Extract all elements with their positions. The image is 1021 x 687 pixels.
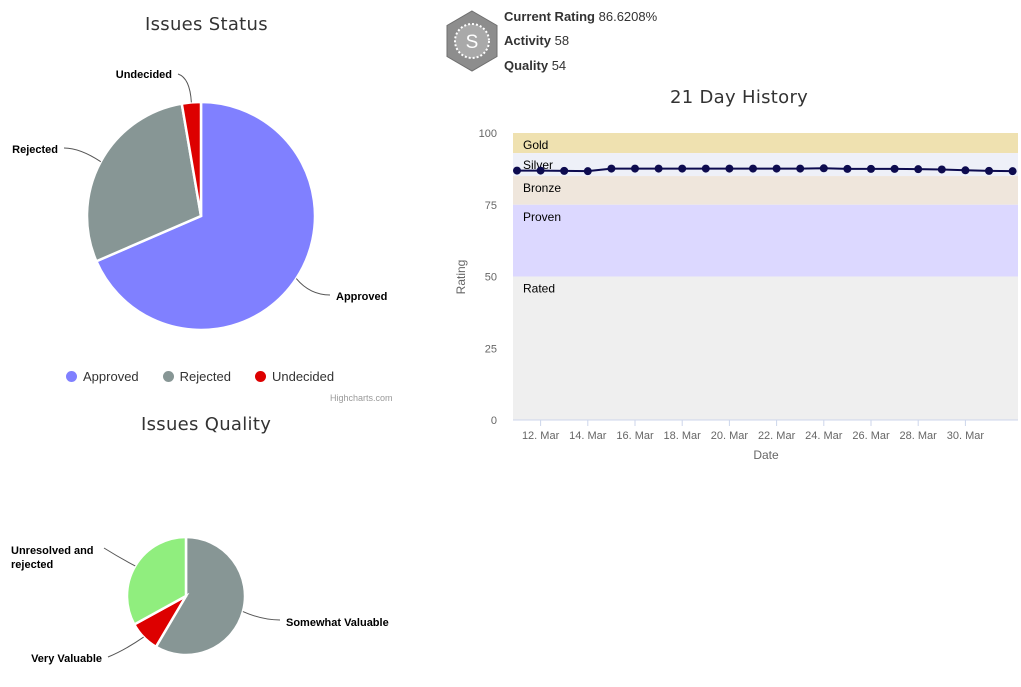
issues-status-legend: Approved Rejected Undecided bbox=[66, 369, 334, 384]
rating-point-14-mar[interactable] bbox=[583, 167, 592, 176]
legend-label-rejected: Rejected bbox=[179, 369, 231, 384]
x-tick-label-26-mar: 26. Mar bbox=[852, 430, 890, 442]
rating-point-18-mar[interactable] bbox=[678, 164, 687, 173]
x-tick-label-22-mar: 22. Mar bbox=[758, 430, 796, 442]
current-rating-value: 86.6208% bbox=[598, 9, 658, 24]
y-tick-label-75: 75 bbox=[485, 200, 497, 212]
plot-band-label-proven: Proven bbox=[523, 210, 561, 224]
x-tick-label-16-mar: 16. Mar bbox=[616, 430, 654, 442]
rating-point-31-mar[interactable] bbox=[985, 166, 993, 175]
legend-item-undecided[interactable]: Undecided bbox=[254, 369, 335, 384]
badge-letter: S bbox=[466, 32, 479, 53]
x-tick-label-20-mar: 20. Mar bbox=[711, 430, 749, 442]
connector-very-valuable bbox=[107, 636, 144, 658]
data-label-very-valuable: Very Valuable bbox=[31, 653, 102, 665]
rating-point-21-mar[interactable] bbox=[749, 164, 757, 173]
x-tick-label-30-mar: 30. Mar bbox=[947, 430, 985, 442]
rating-point-23-mar[interactable] bbox=[796, 164, 805, 173]
rating-point-12-mar[interactable] bbox=[536, 166, 545, 175]
rating-point-17-mar[interactable] bbox=[654, 164, 663, 173]
issues-quality-pie: Somewhat Valuable Very Valuable Unresolved… bbox=[11, 535, 389, 665]
data-label-approved: Approved bbox=[336, 291, 387, 303]
data-label-unresolved-and-rejected-2: rejected bbox=[11, 559, 53, 571]
connector-somewhat-valuable bbox=[242, 611, 281, 621]
highcharts-credits[interactable]: Highcharts.com bbox=[330, 393, 393, 403]
history-line-chart: GoldSilverBronzeProvenRated025507510012.… bbox=[454, 128, 1018, 462]
data-label-unresolved-and-rejected-1: Unresolved and bbox=[11, 545, 94, 557]
plot-band-rated bbox=[513, 276, 1018, 420]
issues-quality-panel: Issues Quality Somewhat Valuable Very Val… bbox=[0, 410, 440, 687]
x-tick-label-18-mar: 18. Mar bbox=[664, 430, 702, 442]
rating-point-1-apr[interactable] bbox=[1008, 167, 1017, 176]
plot-band-bronze bbox=[513, 176, 1018, 205]
data-label-somewhat-valuable: Somewhat Valuable bbox=[286, 617, 389, 629]
data-label-rejected: Rejected bbox=[12, 144, 58, 156]
quality-label: Quality bbox=[504, 58, 549, 73]
y-tick-label-0: 0 bbox=[491, 415, 497, 427]
rating-point-29-mar[interactable] bbox=[937, 165, 946, 174]
activity: Activity 58 bbox=[504, 33, 569, 48]
rating-point-20-mar[interactable] bbox=[725, 164, 734, 173]
data-label-undecided: Undecided bbox=[116, 69, 172, 81]
rating-point-30-mar[interactable] bbox=[961, 166, 970, 175]
rating-point-25-mar[interactable] bbox=[843, 164, 852, 173]
rating-point-13-mar[interactable] bbox=[560, 166, 569, 175]
silver-rank-badge-icon: S bbox=[446, 10, 498, 72]
x-axis-title: Date bbox=[753, 448, 779, 462]
current-rating-label: Current Rating bbox=[504, 9, 595, 24]
rating-point-15-mar[interactable] bbox=[607, 164, 616, 173]
connector-undecided bbox=[177, 73, 192, 103]
legend-dot-rejected bbox=[162, 371, 174, 382]
connector-rejected bbox=[63, 147, 102, 163]
y-tick-label-25: 25 bbox=[485, 343, 497, 355]
legend-label-approved: Approved bbox=[83, 369, 139, 384]
connector-unresolved-and-rejected bbox=[103, 547, 136, 567]
plot-band-label-bronze: Bronze bbox=[523, 181, 561, 195]
x-tick-label-12-mar: 12. Mar bbox=[522, 430, 560, 442]
y-tick-label-50: 50 bbox=[485, 272, 497, 284]
plot-band-label-rated: Rated bbox=[523, 282, 555, 296]
rating-point-16-mar[interactable] bbox=[631, 164, 639, 173]
rating-summary: S Current Rating 86.6208% Activity 58 Qu… bbox=[444, 6, 744, 76]
rating-point-19-mar[interactable] bbox=[701, 164, 710, 173]
history-panel: 21 Day History Gold Silver Bronze Proven Rat… bbox=[440, 80, 1021, 480]
rating-point-24-mar[interactable] bbox=[819, 164, 828, 173]
legend-item-approved[interactable]: Approved bbox=[66, 369, 139, 384]
issues-status-panel: Issues Status Approved Rejected Undecided … bbox=[0, 0, 410, 410]
x-tick-label-28-mar: 28. Mar bbox=[900, 430, 938, 442]
rating-point-26-mar[interactable] bbox=[867, 164, 875, 173]
legend-item-rejected[interactable]: Rejected bbox=[162, 369, 231, 384]
issues-status-pie: Approved Rejected Undecided bbox=[12, 69, 387, 332]
plot-band-label-gold: Gold bbox=[523, 138, 548, 152]
legend-dot-undecided bbox=[254, 371, 266, 382]
legend-dot-approved bbox=[66, 371, 77, 382]
connector-approved bbox=[295, 278, 331, 296]
current-rating: Current Rating 86.6208% bbox=[504, 9, 657, 24]
x-tick-label-14-mar: 14. Mar bbox=[569, 430, 607, 442]
rating-point-22-mar[interactable] bbox=[772, 164, 781, 173]
legend-label-undecided: Undecided bbox=[271, 369, 335, 384]
plot-band-proven bbox=[513, 204, 1018, 277]
quality: Quality 54 bbox=[504, 58, 566, 73]
x-tick-label-24-mar: 24. Mar bbox=[805, 430, 843, 442]
y-tick-label-100: 100 bbox=[479, 128, 497, 140]
rating-point-28-mar[interactable] bbox=[914, 165, 923, 174]
activity-label: Activity bbox=[504, 33, 551, 48]
rating-point-11-mar[interactable] bbox=[513, 166, 521, 175]
quality-value: 54 bbox=[551, 58, 567, 73]
issues-status-title: Issues Status bbox=[145, 14, 268, 35]
y-axis-title: Rating bbox=[454, 260, 468, 295]
rating-point-27-mar[interactable] bbox=[890, 164, 899, 173]
activity-value: 58 bbox=[554, 33, 570, 48]
plot-band-gold bbox=[513, 133, 1018, 154]
